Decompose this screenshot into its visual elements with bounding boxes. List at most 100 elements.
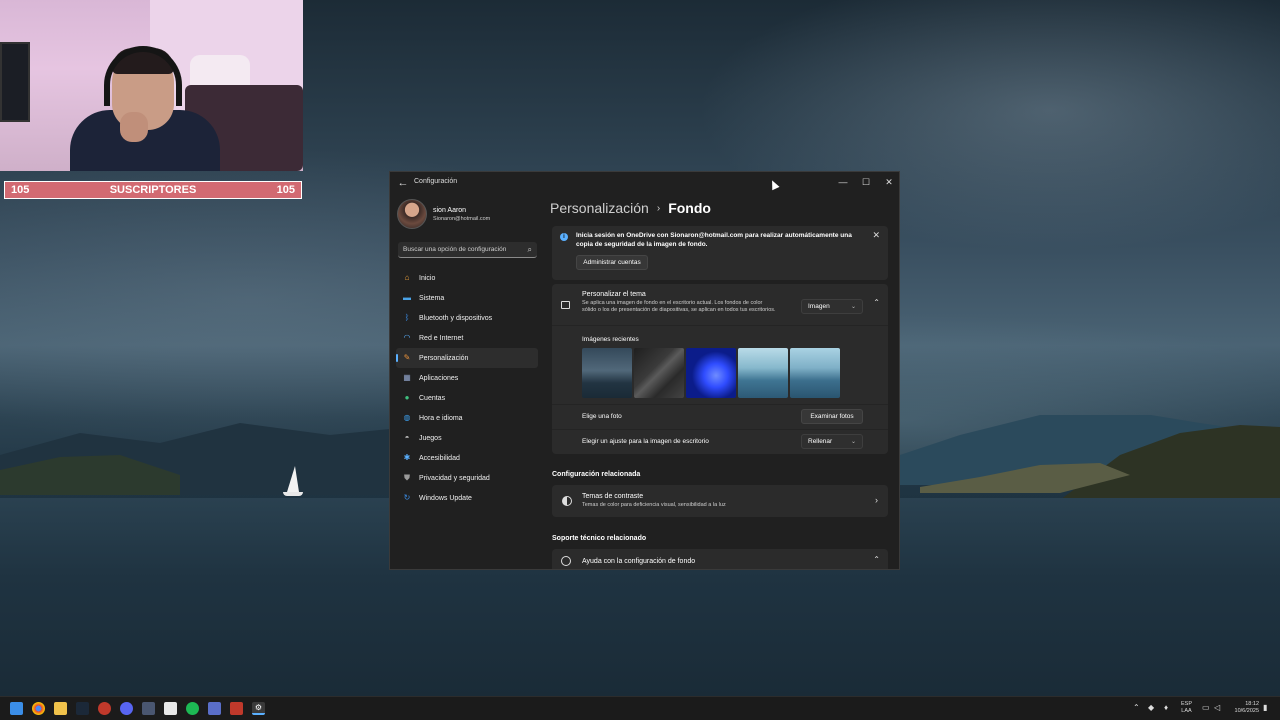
choose-photo-row: Elige una foto Examinar fotos	[552, 404, 888, 428]
search-input[interactable]: Buscar una opción de configuración ⌕	[398, 242, 537, 258]
subscriber-counter: 105 SUSCRIPTORES 105	[4, 181, 302, 199]
recent-image-thumbnail[interactable]	[582, 348, 632, 398]
chevron-right-icon: ›	[875, 495, 878, 505]
help-background-item[interactable]: Ayuda con la configuración de fondo ⌃	[552, 549, 888, 569]
sidebar-item-label: Bluetooth y dispositivos	[419, 314, 493, 322]
sidebar-item-sistema[interactable]: ▬ Sistema	[396, 288, 538, 308]
breadcrumb: Personalización › Fondo	[550, 200, 890, 216]
monitor-app-icon[interactable]	[142, 702, 155, 715]
browse-photos-button[interactable]: Examinar fotos	[801, 409, 863, 424]
recent-images-label: Imágenes recientes	[582, 336, 639, 343]
minimize-button[interactable]: —	[834, 175, 852, 189]
webcam-monitor	[0, 42, 30, 122]
chevron-up-icon: ⌃	[873, 555, 880, 564]
chevron-down-icon: ⌄	[850, 304, 856, 310]
date: 10/6/2025	[1234, 708, 1259, 714]
chevron-down-icon: ⌄	[850, 439, 856, 445]
chevron-up-icon[interactable]: ⌃	[1133, 703, 1140, 712]
recent-images	[582, 348, 840, 398]
gamepad-icon[interactable]	[208, 702, 221, 715]
sidebar-item-accesibilidad[interactable]: ✱ Accesibilidad	[396, 448, 538, 468]
sidebar-item-inicio[interactable]: ⌂ Inicio	[396, 268, 538, 288]
fit-value: Rellenar	[808, 438, 833, 445]
recent-image-thumbnail[interactable]	[738, 348, 788, 398]
maximize-button[interactable]: ☐	[857, 175, 875, 189]
manage-accounts-button[interactable]: Administrar cuentas	[576, 255, 648, 270]
language-indicator[interactable]: ESP LAA	[1181, 701, 1192, 715]
contrast-themes-link[interactable]: Temas de contraste Temas de color para d…	[552, 485, 888, 517]
sidebar-item-label: Cuentas	[419, 394, 446, 402]
sidebar-item-personalización[interactable]: ✎ Personalización	[396, 348, 538, 368]
sidebar-item-cuentas[interactable]: ● Cuentas	[396, 388, 538, 408]
file-explorer-icon[interactable]	[54, 702, 67, 715]
close-window-button[interactable]: ✕	[880, 175, 898, 189]
globe-icon	[561, 556, 571, 566]
chevron-up-icon[interactable]: ⌃	[873, 298, 880, 307]
user-profile[interactable]: sion Aaron Sionaron@hotmail.com	[397, 199, 490, 229]
keyboard-layout: LAA	[1181, 708, 1192, 714]
fit-row: Elegir un ajuste para la imagen de escri…	[552, 429, 888, 453]
sailboat-hull	[283, 492, 303, 496]
back-arrow-icon[interactable]: ←	[396, 176, 410, 190]
recorder-icon[interactable]	[230, 702, 243, 715]
sidebar-nav: ⌂ Inicio ▬ Sistema ᛒ Bluetooth y dispositivos…	[396, 268, 538, 508]
sidebar-item-label: Privacidad y seguridad	[419, 474, 490, 482]
settings-window: ← Configuración — ☐ ✕ sion Aaron Sionaro…	[389, 171, 900, 570]
accessibility-icon: ✱	[403, 453, 411, 462]
banner-text: Inicia sesión en OneDrive con Sionaron@h…	[576, 232, 852, 248]
background-title: Personalizar el tema	[582, 291, 646, 298]
notification-icon[interactable]: ▮	[1263, 703, 1267, 712]
start-icon[interactable]	[10, 702, 23, 715]
background-description: Se aplica una imagen de fondo en el escr…	[582, 300, 776, 313]
capcut-icon[interactable]	[164, 702, 177, 715]
microphone-icon[interactable]: ♦	[1164, 703, 1168, 712]
spotify-icon[interactable]	[186, 702, 199, 715]
breadcrumb-parent[interactable]: Personalización	[550, 200, 649, 216]
help-title: Ayuda con la configuración de fondo	[582, 558, 696, 565]
chrome-icon[interactable]	[32, 702, 45, 715]
breadcrumb-separator: ›	[656, 202, 661, 214]
sidebar-item-hora-e-idioma[interactable]: ◍ Hora e idioma	[396, 408, 538, 428]
sidebar-item-windows-update[interactable]: ↻ Windows Update	[396, 488, 538, 508]
volume-icon[interactable]: ◁	[1214, 703, 1220, 712]
clock[interactable]: 18:12 10/6/2025	[1229, 701, 1259, 715]
globe-time-icon: ◍	[403, 413, 411, 422]
sidebar-item-privacidad-y-seguridad[interactable]: ⛊ Privacidad y seguridad	[396, 468, 538, 488]
recent-image-thumbnail[interactable]	[686, 348, 736, 398]
sidebar-item-juegos[interactable]: ◓ Juegos	[396, 428, 538, 448]
background-type-select[interactable]: Imagen ⌄	[801, 299, 863, 314]
contrast-title: Temas de contraste	[582, 493, 644, 500]
network-icon[interactable]: ▭	[1202, 703, 1210, 712]
sidebar-item-label: Sistema	[419, 294, 445, 302]
sidebar-item-label: Windows Update	[419, 494, 472, 502]
search-icon[interactable]: ⌕	[528, 245, 532, 255]
fit-select[interactable]: Rellenar ⌄	[801, 434, 863, 449]
sidebar-item-red-e-internet[interactable]: ◠ Red e Internet	[396, 328, 538, 348]
update-icon: ↻	[403, 493, 411, 502]
background-header[interactable]: Personalizar el tema Se aplica una image…	[552, 284, 888, 326]
app-icon[interactable]	[98, 702, 111, 715]
taskbar: ⚙ ⌃ ◆ ♦ ESP LAA ▭ ◁ 18:12 10/6/2025 ▮	[0, 696, 1280, 720]
webcam-overlay	[0, 0, 303, 171]
close-icon[interactable]: ✕	[872, 230, 880, 241]
steam-tray-icon[interactable]: ◆	[1148, 703, 1154, 712]
wifi-icon: ◠	[403, 333, 411, 342]
subscriber-count-right: 105	[276, 184, 295, 196]
sidebar-item-label: Personalización	[419, 354, 469, 362]
sidebar-item-label: Juegos	[419, 434, 442, 442]
recent-image-thumbnail[interactable]	[790, 348, 840, 398]
page-title: Fondo	[668, 200, 711, 216]
steam-icon[interactable]	[76, 702, 89, 715]
settings-icon[interactable]: ⚙	[252, 702, 265, 715]
window-title: Configuración	[414, 178, 458, 185]
sidebar-item-label: Hora e idioma	[419, 414, 463, 422]
apps-icon: ▦	[403, 373, 411, 382]
sidebar-item-aplicaciones[interactable]: ▦ Aplicaciones	[396, 368, 538, 388]
recent-image-thumbnail[interactable]	[634, 348, 684, 398]
sidebar-item-label: Red e Internet	[419, 334, 464, 342]
contrast-icon	[562, 496, 572, 506]
profile-name: sion Aaron	[433, 207, 467, 214]
discord-icon[interactable]	[120, 702, 133, 715]
sidebar-item-bluetooth-y-dispositivos[interactable]: ᛒ Bluetooth y dispositivos	[396, 308, 538, 328]
profile-email: Sionaron@hotmail.com	[433, 216, 491, 222]
